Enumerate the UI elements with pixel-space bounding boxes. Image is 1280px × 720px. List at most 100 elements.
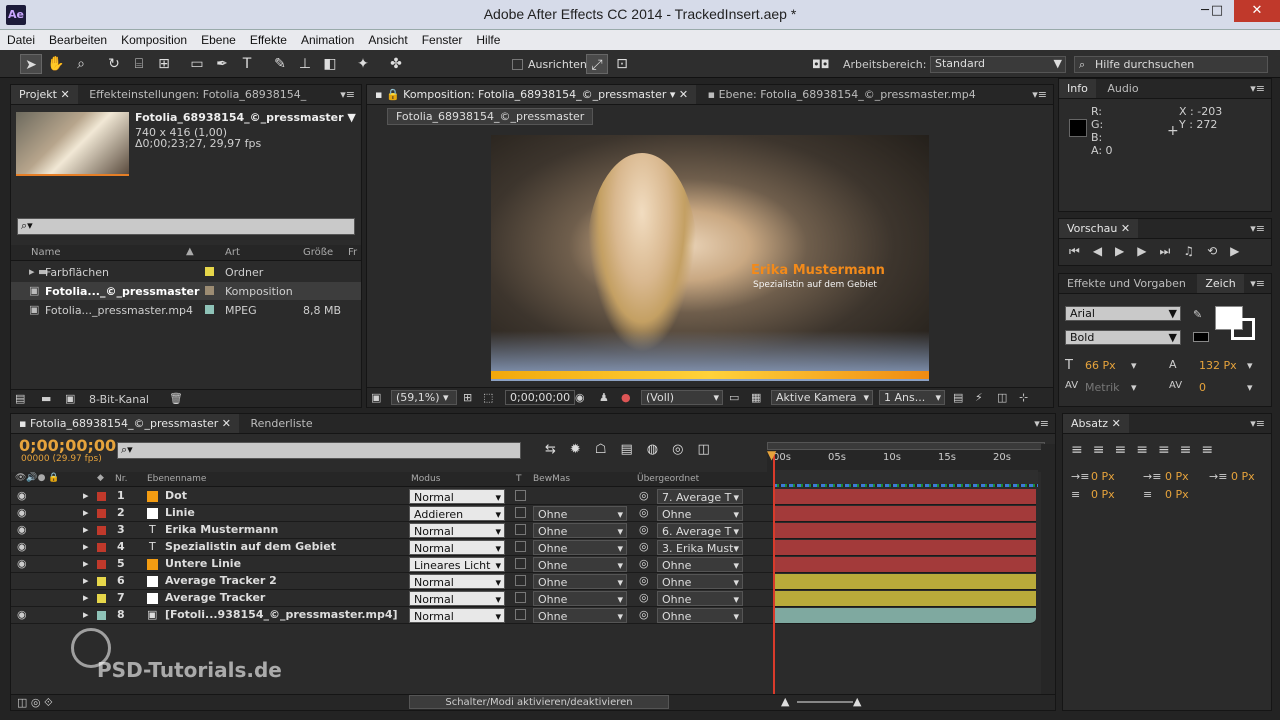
prev-frame-icon[interactable]: ◀ xyxy=(1093,244,1115,258)
layer-row[interactable]: ◉ ▸ 3 T Erika Mustermann Normal ▾ Ohne ▾ ◎ 6. Aver… xyxy=(11,522,776,539)
flowchart-icon[interactable]: ⊹ xyxy=(1019,391,1028,404)
audio-icon[interactable]: ♫ xyxy=(1183,244,1207,258)
pickwhip-icon[interactable]: ◎ xyxy=(639,608,649,621)
tab-timeline[interactable]: ▪ Fotolia_68938154_©_pressmaster ✕ xyxy=(11,414,240,433)
zoom-in-icon[interactable]: ▲ xyxy=(853,695,861,708)
clone-stamp-tool-icon[interactable]: ⊥ xyxy=(294,54,316,74)
menu-item-fenster[interactable]: Fenster xyxy=(415,30,470,47)
play-icon[interactable]: ▶ xyxy=(1115,244,1137,258)
layer-switches-icon[interactable]: ◫ ◎ ⟐ xyxy=(17,696,53,710)
current-time-field[interactable]: 0;00;00;00 xyxy=(505,390,576,405)
chevron-down-icon[interactable]: ▾ xyxy=(1131,381,1137,394)
preserve-transparency-box[interactable] xyxy=(515,524,526,535)
expand-triangle-icon[interactable]: ▸ xyxy=(83,574,89,587)
pickwhip-icon[interactable]: ◎ xyxy=(639,574,649,587)
last-frame-icon[interactable]: ⏭ xyxy=(1160,244,1184,258)
col-t[interactable]: T xyxy=(516,474,522,484)
pen-tool-icon[interactable]: ✒ xyxy=(211,54,233,74)
brush-tool-icon[interactable]: ✎ xyxy=(269,54,291,74)
menu-item-bearbeiten[interactable]: Bearbeiten xyxy=(42,30,114,47)
preserve-transparency-box[interactable] xyxy=(515,507,526,518)
ram-preview-icon[interactable]: ▶ xyxy=(1230,244,1252,258)
track-matte-select[interactable]: Ohne ▾ xyxy=(533,506,627,521)
preserve-transparency-box[interactable] xyxy=(515,592,526,603)
layer-name[interactable]: Dot xyxy=(165,489,187,502)
next-frame-icon[interactable]: ▶ xyxy=(1137,244,1159,258)
parent-select[interactable]: 3. Erika Must ▾ xyxy=(657,540,743,555)
layer-row[interactable]: ▸ 6 Average Tracker 2 Normal ▾ Ohne ▾ ◎ Ohne ▾ xyxy=(11,573,776,590)
label-swatch[interactable] xyxy=(97,492,106,501)
leading-value[interactable]: 132 Px xyxy=(1199,359,1237,372)
playhead-handle-icon[interactable]: ▼ xyxy=(767,448,776,462)
blend-mode-select[interactable]: Normal ▾ xyxy=(409,523,505,538)
align-center-icon[interactable]: ≡ xyxy=(1093,442,1115,458)
layer-name[interactable]: Average Tracker xyxy=(165,591,265,604)
tracking-value[interactable]: 0 xyxy=(1199,381,1206,394)
menu-item-animation[interactable]: Animation xyxy=(294,30,361,47)
blend-mode-select[interactable]: Lineares Licht ▾ xyxy=(409,557,505,572)
chevron-down-icon[interactable]: ▾ xyxy=(1131,359,1137,372)
parent-select[interactable]: Ohne ▾ xyxy=(657,591,743,606)
parent-select[interactable]: 6. Average T ▾ xyxy=(657,523,743,538)
layer-duration-bar[interactable] xyxy=(774,506,1036,522)
mask-icon[interactable]: ⬚ xyxy=(483,391,493,404)
timeline-search-input[interactable]: ⌕▾ xyxy=(117,442,521,459)
expand-triangle-icon[interactable]: ▸ xyxy=(83,506,89,519)
label-swatch[interactable] xyxy=(205,286,214,295)
expand-triangle-icon[interactable]: ▸ xyxy=(83,557,89,570)
zoom-select[interactable]: (59,1%) ▾ xyxy=(391,390,457,405)
snap-grid-icon[interactable]: ⊡ xyxy=(611,54,633,74)
parent-select[interactable]: Ohne ▾ xyxy=(657,608,743,623)
menu-item-hilfe[interactable]: Hilfe xyxy=(469,30,507,47)
zoom-out-icon[interactable]: ▲ xyxy=(781,695,789,708)
layer-duration-bar[interactable] xyxy=(774,557,1036,573)
tab-paragraph[interactable]: Absatz ✕ xyxy=(1063,414,1129,433)
tab-effects-presets[interactable]: Effekte und Vorgaben xyxy=(1059,274,1194,293)
preserve-transparency-box[interactable] xyxy=(515,490,526,501)
justify-right-icon[interactable]: ≡ xyxy=(1180,442,1202,458)
expand-triangle-icon[interactable]: ▸ xyxy=(83,608,89,621)
layer-row[interactable]: ▸ 7 Average Tracker Normal ▾ Ohne ▾ ◎ Ohne ▾ xyxy=(11,590,776,607)
roto-brush-tool-icon[interactable]: ✦ xyxy=(352,54,374,74)
track-matte-select[interactable]: Ohne ▾ xyxy=(533,574,627,589)
col-size[interactable]: Größe xyxy=(303,247,333,258)
blend-mode-select[interactable]: Normal ▾ xyxy=(409,489,505,504)
col-layer-name[interactable]: Ebenenname xyxy=(147,474,206,484)
preserve-transparency-box[interactable] xyxy=(515,609,526,620)
new-comp-icon[interactable]: ▣ xyxy=(65,392,75,405)
camera-select[interactable]: Aktive Kamera ▾ xyxy=(771,390,873,405)
eye-icon[interactable]: ◉ xyxy=(17,489,27,502)
layer-row[interactable]: ◉ ▸ 5 Untere Linie Lineares Licht ▾ Ohne ▾ ◎ Ohne… xyxy=(11,556,776,573)
timeline-scrollbar[interactable] xyxy=(1041,444,1055,694)
expand-triangle-icon[interactable]: ▸ xyxy=(83,591,89,604)
pickwhip-icon[interactable]: ◎ xyxy=(639,540,649,553)
toggle-pixel-icon[interactable]: ▤ xyxy=(953,391,963,404)
layer-row[interactable]: ◉ ▸ 4 T Spezialistin auf dem Gebiet Normal ▾ Oh… xyxy=(11,539,776,556)
pickwhip-icon[interactable]: ◎ xyxy=(639,591,649,604)
snapshot-icon[interactable]: ◉ xyxy=(575,391,585,404)
preserve-transparency-box[interactable] xyxy=(515,558,526,569)
layer-name[interactable]: Untere Linie xyxy=(165,557,241,570)
camera-tool-icon[interactable]: ⌸ xyxy=(128,54,150,74)
blend-mode-select[interactable]: Normal ▾ xyxy=(409,591,505,606)
hand-tool-icon[interactable]: ✋ xyxy=(45,54,67,74)
graph-editor-icon[interactable]: ◫ xyxy=(697,442,723,457)
channel-icon[interactable]: ● xyxy=(621,391,631,404)
eraser-tool-icon[interactable]: ◧ xyxy=(319,54,341,74)
toggle-switches-modes-button[interactable]: Schalter/Modi aktivieren/deaktivieren xyxy=(409,695,669,709)
align-checkbox[interactable] xyxy=(512,59,523,70)
help-search-input[interactable]: ⌕ Hilfe durchsuchen xyxy=(1074,56,1268,73)
workspace-select[interactable]: Standard ▼ xyxy=(930,56,1066,73)
menu-item-effekte[interactable]: Effekte xyxy=(243,30,294,47)
grid-icon[interactable]: ⊞ xyxy=(463,391,472,404)
col-name[interactable]: Name xyxy=(31,247,61,258)
align-right-icon[interactable]: ≡ xyxy=(1114,442,1136,458)
project-search-input[interactable]: ⌕▾ xyxy=(17,218,355,235)
blend-mode-select[interactable]: Normal ▾ xyxy=(409,608,505,623)
show-snapshot-icon[interactable]: ♟ xyxy=(599,391,609,404)
resolution-select[interactable]: (Voll) ▾ xyxy=(641,390,723,405)
label-swatch[interactable] xyxy=(97,509,106,518)
vr-icon[interactable]: ◘◘ xyxy=(812,58,829,71)
col-fr[interactable]: Fr xyxy=(348,247,357,258)
justify-all-icon[interactable]: ≡ xyxy=(1201,442,1223,458)
